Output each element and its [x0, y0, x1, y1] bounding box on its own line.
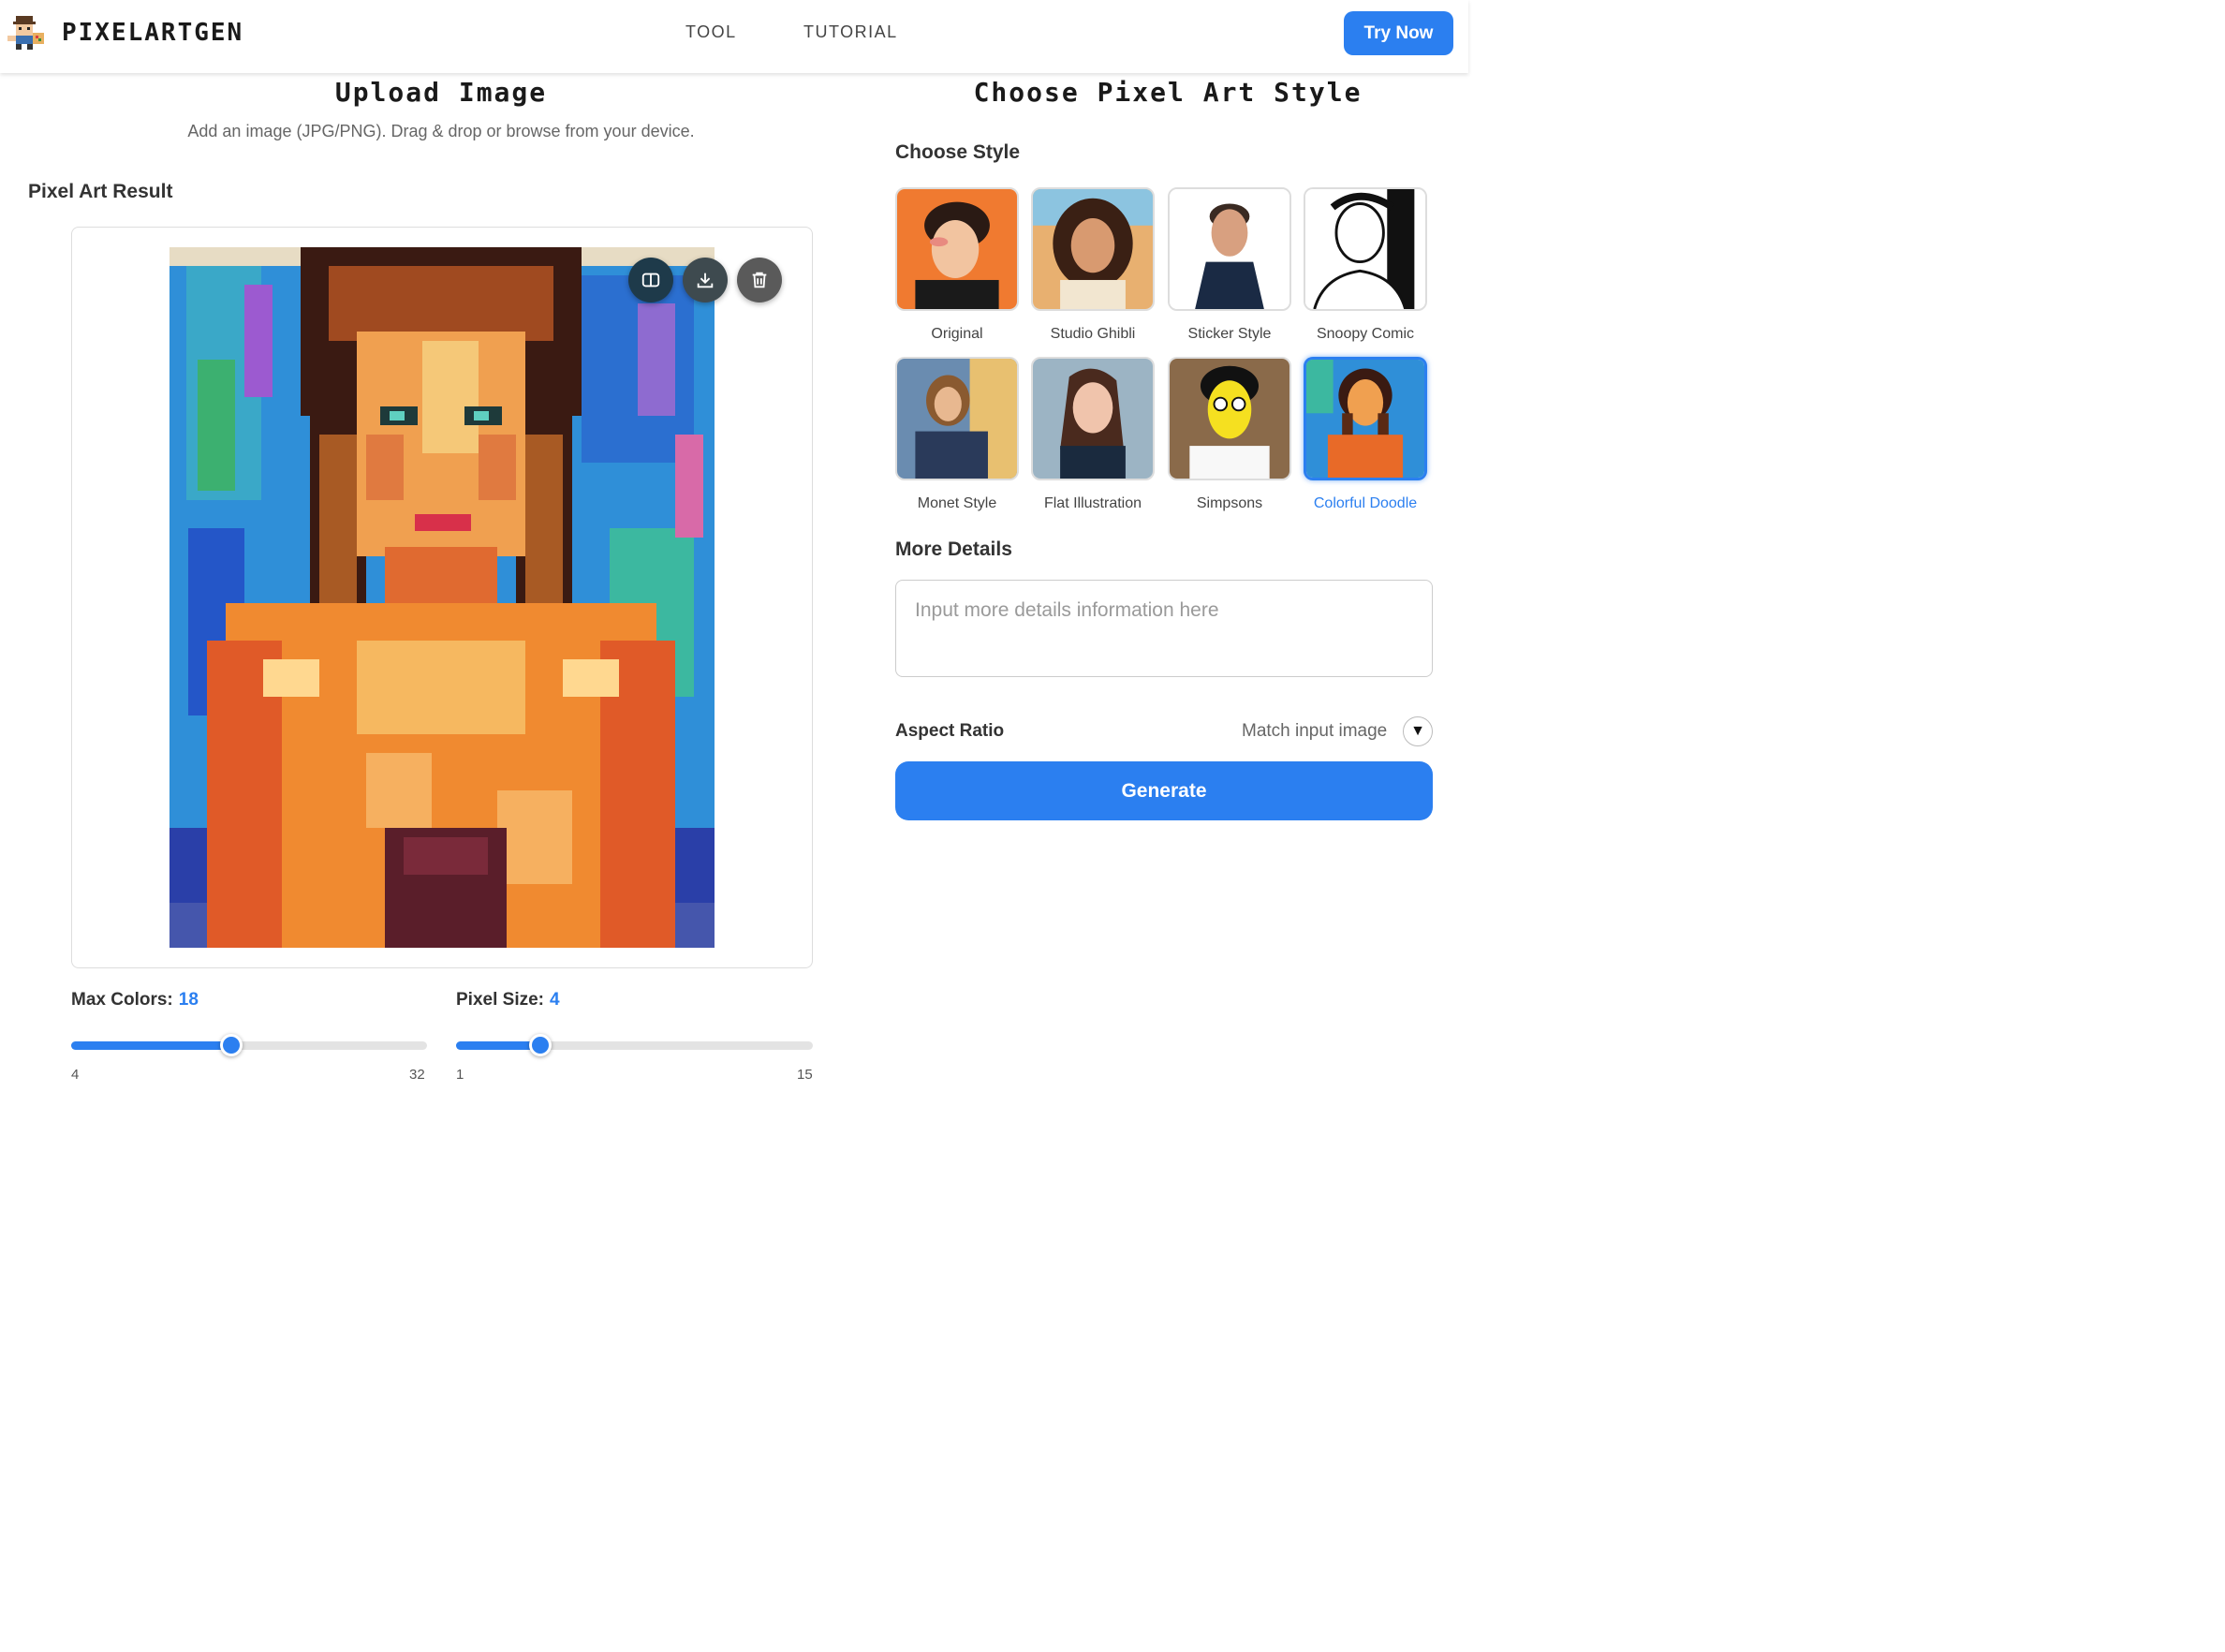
pixel-size-slider[interactable]: [456, 1034, 813, 1056]
style-name: Sticker Style: [1187, 326, 1272, 342]
portrait-thumbnail-monet: [897, 359, 1017, 479]
style-thumbnail: [1304, 187, 1427, 311]
pixel-size-label: Pixel Size: 4: [456, 990, 560, 1010]
aspect-ratio-value[interactable]: Match input image: [1242, 721, 1387, 742]
style-card-studio-ghibli[interactable]: Studio Ghibli: [1031, 187, 1155, 343]
style-thumbnail: [895, 187, 1019, 311]
chevron-down-icon: ▼: [1410, 723, 1425, 739]
style-name: Snoopy Comic: [1316, 326, 1415, 342]
portrait-thumbnail-ghibli: [1033, 189, 1153, 309]
style-card-flat-illustration[interactable]: Flat Illustration: [1031, 357, 1155, 512]
style-thumbnail: [1304, 357, 1427, 480]
upload-title: Upload Image: [334, 77, 548, 108]
max-colors-slider[interactable]: [71, 1034, 427, 1056]
brand-name: PIXELARTGEN: [62, 19, 244, 47]
pixel-character-logo-icon: [7, 16, 44, 50]
portrait-thumbnail-snoopy: [1305, 189, 1425, 309]
portrait-thumbnail-sticker: [1170, 189, 1289, 309]
pixel-size-slider-thumb[interactable]: [528, 1034, 552, 1056]
result-heading: Pixel Art Result: [28, 181, 173, 202]
max-colors-min: 4: [71, 1067, 80, 1083]
style-thumbnail: [1031, 357, 1155, 480]
pixel-art-result-image: [169, 247, 715, 948]
style-name: Colorful Doodle: [1313, 495, 1418, 511]
style-name: Original: [931, 326, 983, 342]
brand-logo[interactable]: PIXELARTGEN: [7, 13, 243, 52]
style-name: Simpsons: [1196, 495, 1263, 511]
generate-button[interactable]: Generate: [895, 761, 1433, 820]
style-card-original[interactable]: Original: [895, 187, 1019, 343]
max-colors-slider-thumb[interactable]: [220, 1034, 243, 1056]
compare-button[interactable]: [628, 258, 673, 302]
style-thumbnail: [1031, 187, 1155, 311]
top-navigation-bar: PIXELARTGEN TOOL TUTORIAL Try Now: [0, 0, 1468, 73]
style-name: Flat Illustration: [1043, 495, 1142, 511]
choose-style-label: Choose Style: [895, 141, 1021, 163]
delete-button[interactable]: [737, 258, 782, 302]
max-colors-max: 32: [409, 1067, 425, 1083]
style-card-monet-style[interactable]: Monet Style: [895, 357, 1019, 512]
download-icon: [697, 273, 714, 288]
max-colors-label: Max Colors: 18: [71, 990, 199, 1010]
more-details-input[interactable]: [895, 580, 1433, 677]
nav-tutorial[interactable]: TUTORIAL: [803, 22, 898, 42]
style-name: Studio Ghibli: [1050, 326, 1136, 342]
style-thumbnail: [1168, 187, 1291, 311]
try-now-button[interactable]: Try Now: [1344, 11, 1453, 55]
max-colors-value: 18: [178, 990, 199, 1010]
pixel-size-slider-fill: [456, 1041, 540, 1050]
aspect-ratio-label: Aspect Ratio: [895, 721, 1005, 741]
download-button[interactable]: [683, 258, 728, 302]
style-name: Monet Style: [917, 495, 997, 511]
style-card-simpsons[interactable]: Simpsons: [1168, 357, 1291, 512]
nav-tool[interactable]: TOOL: [685, 22, 737, 42]
style-thumbnail: [1168, 357, 1291, 480]
upload-subtitle: Add an image (JPG/PNG). Drag & drop or b…: [187, 122, 695, 140]
style-thumbnail: [895, 357, 1019, 480]
portrait-thumbnail-simpsons: [1170, 359, 1289, 479]
portrait-thumbnail-flat: [1033, 359, 1153, 479]
portrait-thumbnail-colorful-doodle: [1306, 360, 1424, 478]
style-section-title: Choose Pixel Art Style: [973, 77, 1363, 108]
pixel-size-min: 1: [456, 1067, 464, 1083]
compare-icon: [641, 273, 660, 288]
style-card-sticker-style[interactable]: Sticker Style: [1168, 187, 1291, 343]
max-colors-slider-fill: [71, 1041, 231, 1050]
aspect-ratio-dropdown-toggle[interactable]: ▼: [1403, 716, 1433, 746]
pixel-size-max: 15: [797, 1067, 813, 1083]
portrait-thumbnail-original: [897, 189, 1017, 309]
more-details-label: More Details: [895, 538, 1012, 560]
pixel-size-value: 4: [550, 990, 560, 1010]
style-card-colorful-doodle[interactable]: Colorful Doodle: [1304, 357, 1427, 512]
style-card-snoopy-comic[interactable]: Snoopy Comic: [1304, 187, 1427, 343]
trash-icon: [752, 272, 767, 288]
